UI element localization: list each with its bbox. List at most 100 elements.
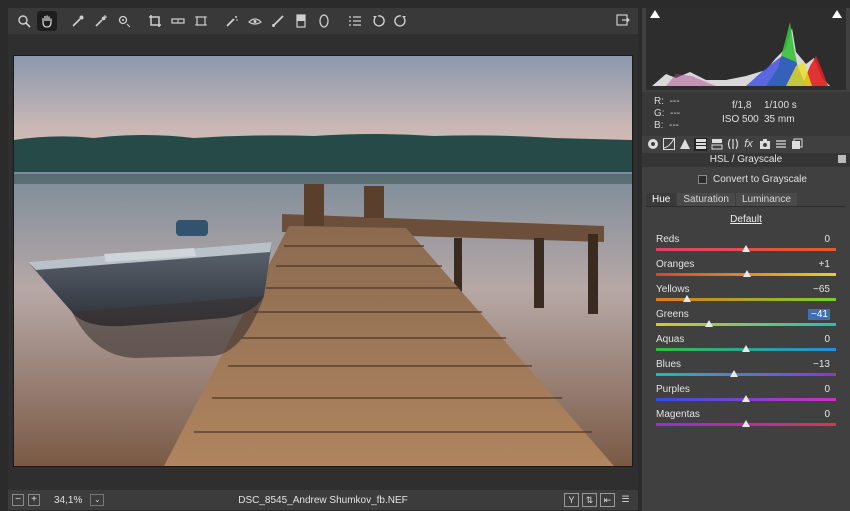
- tab-hue[interactable]: Hue: [646, 193, 677, 206]
- rotate-left-tool[interactable]: [368, 11, 388, 31]
- slider-thumb[interactable]: [743, 270, 751, 277]
- transform-tool[interactable]: [191, 11, 211, 31]
- tab-luminance[interactable]: Luminance: [735, 193, 797, 206]
- red-eye-icon: [248, 18, 262, 25]
- tab-snapshots[interactable]: [790, 138, 803, 151]
- slider-label: Yellows: [656, 284, 690, 295]
- slider-thumb[interactable]: [730, 370, 738, 377]
- white-balance-tool[interactable]: [68, 11, 88, 31]
- slider-value[interactable]: 0: [808, 234, 830, 245]
- slider-value[interactable]: +1: [808, 259, 830, 270]
- zoom-in-button[interactable]: +: [28, 494, 40, 506]
- panel-menu-icon[interactable]: [838, 155, 846, 163]
- slider-value[interactable]: 0: [808, 334, 830, 345]
- targeted-adjustment-tool[interactable]: [114, 11, 134, 31]
- tab-lens-corrections[interactable]: [726, 138, 739, 151]
- r-readout: R: ---: [654, 96, 680, 107]
- slider-value[interactable]: −41: [808, 309, 830, 320]
- tab-effects[interactable]: fx: [742, 138, 755, 151]
- tab-presets[interactable]: [774, 138, 787, 151]
- default-link[interactable]: Default: [642, 214, 850, 225]
- slider-thumb[interactable]: [705, 320, 713, 327]
- panel-title: HSL / Grayscale: [642, 153, 850, 167]
- slider-track[interactable]: [656, 323, 836, 326]
- crop-tool[interactable]: [145, 11, 165, 31]
- g-readout: G: ---: [654, 108, 681, 119]
- slider-value[interactable]: −65: [808, 284, 830, 295]
- preferences-tool[interactable]: [345, 11, 365, 31]
- tab-detail[interactable]: [678, 138, 691, 151]
- aperture-icon: [647, 139, 658, 149]
- eyedropper-plus-icon: [95, 15, 107, 27]
- fullscreen-icon: [616, 14, 630, 26]
- snapshots-icon: [791, 138, 802, 149]
- tab-split-toning[interactable]: [710, 138, 723, 151]
- slider-thumb[interactable]: [742, 345, 750, 352]
- red-eye-tool[interactable]: [245, 11, 265, 31]
- hsl-subtabs: Hue Saturation Luminance: [646, 193, 846, 207]
- toggle-fullscreen-button[interactable]: [614, 11, 632, 29]
- target-icon: [118, 15, 131, 28]
- transform-icon: [195, 16, 207, 26]
- slider-magentas[interactable]: Magentas 0: [656, 409, 836, 433]
- toggle-settings-icon[interactable]: ☰: [618, 493, 633, 507]
- slider-label: Blues: [656, 359, 682, 370]
- color-sampler-tool[interactable]: [91, 11, 111, 31]
- tab-tone-curve[interactable]: [662, 138, 675, 151]
- grayscale-checkbox[interactable]: [698, 175, 707, 184]
- slider-track[interactable]: [656, 373, 836, 376]
- panel-tabs: fx: [646, 136, 846, 152]
- slider-aquas[interactable]: Aquas 0: [656, 334, 836, 358]
- slider-value[interactable]: 0: [808, 384, 830, 395]
- radial-filter-tool[interactable]: [314, 11, 334, 31]
- hand-tool[interactable]: [37, 11, 57, 31]
- slider-label: Reds: [656, 234, 680, 245]
- lake-pier-photo: [14, 56, 632, 466]
- slider-blues[interactable]: Blues −13: [656, 359, 836, 383]
- list-icon: [349, 16, 361, 26]
- slider-value[interactable]: 0: [808, 409, 830, 420]
- slider-thumb[interactable]: [742, 395, 750, 402]
- zoom-out-button[interactable]: −: [12, 494, 24, 506]
- shadow-clipping-icon[interactable]: [650, 10, 660, 18]
- spot-removal-tool[interactable]: [222, 11, 242, 31]
- filename-label: DSC_8545_Andrew Shumkov_fb.NEF: [238, 494, 408, 506]
- crop-icon: [149, 15, 161, 27]
- straighten-tool[interactable]: [168, 11, 188, 31]
- tab-camera-calibration[interactable]: [758, 138, 771, 151]
- rotate-right-tool[interactable]: [391, 11, 411, 31]
- photo-preview[interactable]: [14, 56, 632, 466]
- slider-yellows[interactable]: Yellows −65: [656, 284, 836, 308]
- swap-before-after-button[interactable]: ⇅: [582, 493, 597, 507]
- camera-icon: [759, 139, 770, 149]
- iso-value: ISO 500: [722, 114, 759, 125]
- convert-to-grayscale[interactable]: Convert to Grayscale: [698, 174, 807, 185]
- magnifier-icon: [18, 15, 31, 28]
- zoom-tool[interactable]: [14, 11, 34, 31]
- histogram-graph: [652, 22, 830, 86]
- slider-thumb[interactable]: [742, 420, 750, 427]
- slider-oranges[interactable]: Oranges +1: [656, 259, 836, 283]
- slider-thumb[interactable]: [742, 245, 750, 252]
- adjustment-brush-tool[interactable]: [268, 11, 288, 31]
- graduated-filter-tool[interactable]: [291, 11, 311, 31]
- detail-icon: [679, 139, 690, 149]
- spot-removal-icon: [226, 16, 238, 27]
- slider-purples[interactable]: Purples 0: [656, 384, 836, 408]
- slider-label: Magentas: [656, 409, 700, 420]
- slider-thumb[interactable]: [683, 295, 691, 302]
- hand-icon: [42, 15, 52, 28]
- tab-saturation[interactable]: Saturation: [677, 193, 735, 206]
- copy-settings-button[interactable]: ⇤: [600, 493, 615, 507]
- tab-hsl[interactable]: [694, 137, 707, 151]
- slider-value[interactable]: −13: [808, 359, 830, 370]
- zoom-dropdown[interactable]: ⌄: [90, 494, 105, 506]
- tab-basic[interactable]: [646, 138, 659, 151]
- hsl-icon: [695, 139, 706, 149]
- slider-greens[interactable]: Greens −41: [656, 309, 836, 333]
- histogram: [646, 8, 846, 90]
- highlight-clipping-icon[interactable]: [832, 10, 842, 18]
- eyedropper-icon: [72, 15, 84, 27]
- before-after-view-button[interactable]: Y: [564, 493, 579, 507]
- slider-reds[interactable]: Reds 0: [656, 234, 836, 258]
